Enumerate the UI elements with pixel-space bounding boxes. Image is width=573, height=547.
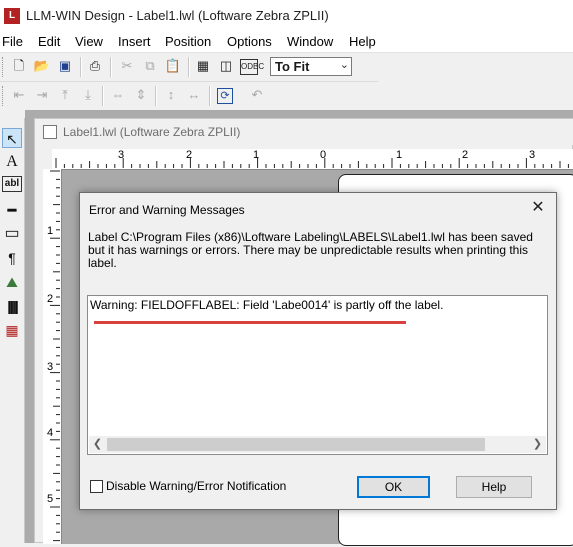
error-warning-dialog: Error and Warning Messages ✕ Label C:\Pr…	[79, 192, 557, 510]
toolbar-separator	[188, 57, 190, 77]
document-title: Label1.lwl (Loftware Zebra ZPLII)	[63, 125, 241, 139]
open-folder-icon[interactable]: 📂	[33, 57, 51, 75]
ruler-label: 4	[47, 427, 54, 439]
app-icon: L	[4, 8, 20, 24]
standard-toolbar: 🗋 📂 ▣ ⎙ ✂ ⧉ 📋 ▦ ◫ ODBC To Fit ⌄	[0, 53, 378, 82]
ruler-label: 5	[47, 493, 54, 505]
tool-palette: ↖ A abl ━ ▭ ¶ ⛰ ||||| ▦	[0, 118, 25, 543]
ruler-label: 1	[253, 149, 260, 161]
ruler-label: 2	[462, 149, 469, 161]
center-horizontal-icon[interactable]: ↔	[185, 86, 203, 104]
ruler-label: 2	[186, 149, 193, 161]
text-tool-icon[interactable]: A	[2, 152, 22, 172]
toolbar-grip[interactable]	[2, 86, 6, 106]
ruler-label: 1	[396, 149, 403, 161]
print-icon[interactable]: ⎙	[86, 57, 104, 75]
menu-help[interactable]: Help	[349, 34, 376, 49]
disable-notification-checkbox[interactable]	[90, 480, 103, 493]
toolbar-separator	[80, 57, 82, 77]
properties-icon[interactable]: ◫	[217, 57, 235, 75]
toolbar-separator	[209, 86, 211, 106]
menu-bar: File Edit View Insert Position Options W…	[0, 32, 573, 53]
barcode-tool-icon[interactable]: |||||	[2, 296, 22, 316]
menu-edit[interactable]: Edit	[38, 34, 60, 49]
select-arrow-icon[interactable]: ↖	[2, 128, 22, 148]
window-title: LLM-WIN Design - Label1.lwl (Loftware Ze…	[26, 8, 329, 23]
title-bar: L LLM-WIN Design - Label1.lwl (Loftware …	[0, 0, 573, 32]
align-left-icon[interactable]: ⇤	[10, 86, 28, 104]
toolbar-separator	[155, 86, 157, 106]
ruler-label: 3	[47, 361, 54, 373]
scrollbar-thumb[interactable]	[107, 438, 485, 451]
ruler-label: 2	[47, 293, 54, 305]
paragraph-tool-icon[interactable]: ¶	[2, 248, 22, 268]
align-right-icon[interactable]: ⇥	[33, 86, 51, 104]
scroll-left-icon[interactable]: ❮	[89, 436, 106, 453]
cut-icon[interactable]: ✂	[118, 57, 136, 75]
dialog-message: Label C:\Program Files (x86)\Loftware La…	[88, 230, 533, 270]
zoom-value: To Fit	[275, 59, 310, 74]
ruler-label: 1	[47, 225, 54, 237]
copy-icon[interactable]: ⧉	[141, 57, 159, 75]
document-title-bar: Label1.lwl (Loftware Zebra ZPLII)	[35, 119, 573, 145]
ruler-label: 3	[118, 149, 125, 161]
toolbar-separator	[110, 57, 112, 77]
menu-options[interactable]: Options	[227, 34, 272, 49]
align-bottom-icon[interactable]: ⤓	[79, 86, 97, 104]
dialog-title: Error and Warning Messages	[89, 203, 245, 217]
new-file-icon[interactable]: 🗋	[10, 57, 28, 75]
menu-window[interactable]: Window	[287, 34, 333, 49]
chevron-down-icon[interactable]: ⌄	[340, 58, 349, 71]
alignment-toolbar: ⇤ ⇥ ⤒ ⤓ ⇔ ⇕ ↕ ↔ ⟳ ↶	[0, 82, 273, 110]
menu-view[interactable]: View	[75, 34, 103, 49]
toolbar-separator	[102, 86, 104, 106]
center-vertical-icon[interactable]: ↕	[162, 86, 180, 104]
help-button[interactable]: Help	[456, 476, 532, 498]
horizontal-ruler-ticks	[55, 158, 569, 168]
menu-insert[interactable]: Insert	[118, 34, 151, 49]
rotate-icon[interactable]: ⟳	[217, 88, 233, 104]
space-vertical-icon[interactable]: ⇕	[132, 86, 150, 104]
warning-item[interactable]: Warning: FIELDOFFLABEL: Field 'Labe0014'…	[90, 298, 443, 312]
paste-icon[interactable]: 📋	[164, 57, 182, 75]
scroll-right-icon[interactable]: ❯	[529, 436, 546, 453]
vertical-ruler: 1 2 3 4 5	[43, 169, 62, 544]
align-top-icon[interactable]: ⤒	[56, 86, 74, 104]
space-horizontal-icon[interactable]: ⇔	[109, 86, 127, 104]
horizontal-ruler: 3 2 1 0 1 2 3	[52, 149, 573, 170]
ruler-label: 0	[320, 149, 327, 161]
grid-icon[interactable]: ▦	[194, 57, 212, 75]
zoom-select[interactable]: To Fit ⌄	[270, 57, 352, 76]
odbc-icon[interactable]: ODBC	[240, 59, 264, 75]
image-tool-icon[interactable]: ⛰	[2, 272, 22, 292]
box-tool-icon[interactable]: ▭	[2, 224, 22, 244]
menu-file[interactable]: File	[2, 34, 23, 49]
close-icon[interactable]: ✕	[527, 198, 549, 218]
save-icon[interactable]: ▣	[56, 57, 74, 75]
ok-button[interactable]: OK	[357, 476, 430, 498]
field-tool-icon[interactable]: abl	[2, 176, 22, 192]
undo-icon[interactable]: ↶	[248, 86, 266, 104]
horizontal-scrollbar[interactable]: ❮ ❯	[89, 436, 546, 453]
disable-notification-label[interactable]: Disable Warning/Error Notification	[106, 479, 286, 493]
document-icon	[43, 125, 57, 139]
menu-position[interactable]: Position	[165, 34, 211, 49]
warning-highlight-underline	[94, 321, 406, 324]
toolbar-grip[interactable]	[2, 57, 6, 77]
line-tool-icon[interactable]: ━	[2, 200, 22, 220]
warnings-list[interactable]: Warning: FIELDOFFLABEL: Field 'Labe0014'…	[87, 295, 548, 455]
rfid-tool-icon[interactable]: ▦	[2, 320, 22, 340]
ruler-label: 3	[529, 149, 536, 161]
